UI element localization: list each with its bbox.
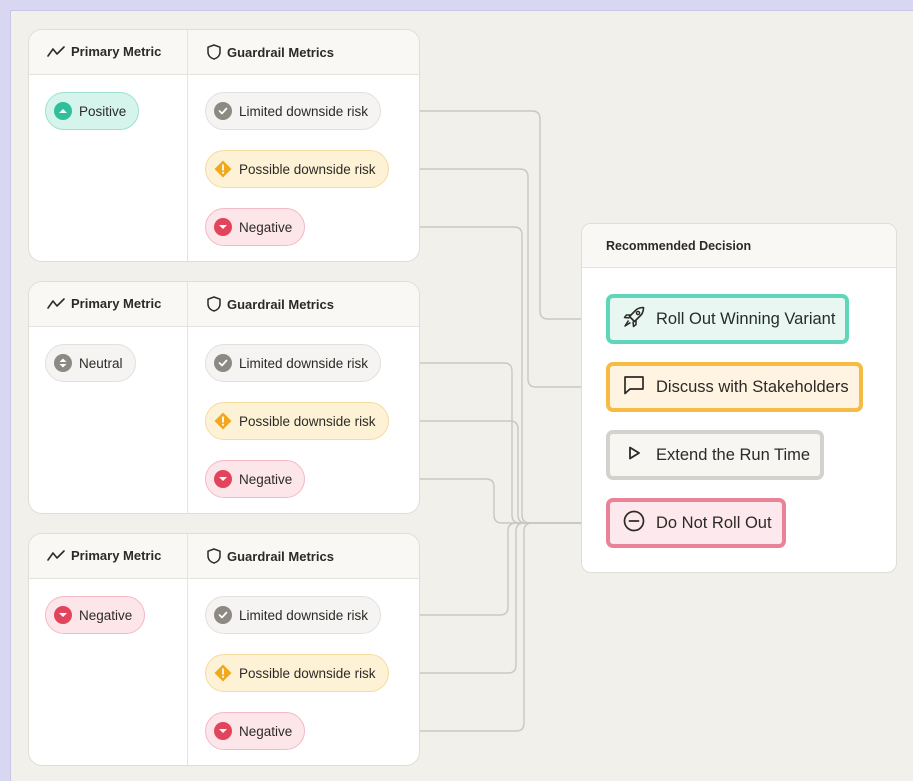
column-divider	[187, 534, 188, 765]
column-divider	[187, 282, 188, 513]
primary-metric-label: Neutral	[79, 355, 123, 371]
decision-do-not-roll-out: Do Not Roll Out	[606, 498, 786, 548]
guardrail-metrics-header: Guardrail Metrics	[207, 548, 334, 564]
shield-icon	[207, 44, 221, 60]
caret-down-icon	[214, 218, 232, 236]
primary-metric-header: Primary Metric	[47, 44, 161, 59]
guardrail-negative: Negative	[205, 460, 306, 498]
caret-down-icon	[214, 722, 232, 740]
trend-icon	[47, 297, 65, 309]
primary-metric-label: Negative	[79, 607, 133, 623]
primary-metric-header-label: Primary Metric	[71, 44, 162, 59]
primary-metric-header: Primary Metric	[47, 296, 161, 311]
minus-circle-icon	[622, 509, 646, 538]
connector-line	[388, 168, 603, 391]
guardrail-negative: Negative	[205, 712, 306, 750]
decision-panel-title: Recommended Decision	[606, 239, 752, 253]
guardrail-limited-risk: Limited downside risk	[205, 596, 382, 634]
guardrail-limited-risk: Limited downside risk	[205, 344, 382, 382]
trend-icon	[47, 45, 65, 57]
metric-panel-1: Primary Metric Guardrail Metrics Positiv…	[28, 29, 420, 262]
recommended-decision-panel: Recommended Decision Roll Out Winning Va…	[581, 223, 897, 573]
decision-roll-out-winning-variant: Roll Out Winning Variant	[606, 294, 850, 344]
primary-metric-neutral: Neutral	[45, 344, 136, 382]
rocket-icon	[622, 305, 646, 334]
warning-diamond-icon	[214, 160, 232, 178]
guardrail-metrics-header: Guardrail Metrics	[207, 296, 334, 312]
decision-discuss-with-stakeholders: Discuss with Stakeholders	[606, 362, 863, 412]
trend-icon	[47, 549, 65, 561]
check-icon	[214, 606, 232, 624]
guardrail-label: Limited downside risk	[239, 103, 369, 119]
guardrail-label: Limited downside risk	[239, 607, 369, 623]
guardrail-possible-risk: Possible downside risk	[205, 150, 389, 188]
guardrail-label: Possible downside risk	[239, 413, 376, 429]
check-icon	[214, 102, 232, 120]
guardrail-metrics-header-label: Guardrail Metrics	[227, 44, 334, 60]
caret-up-icon	[54, 102, 72, 120]
decision-extend-the-run-time: Extend the Run Time	[606, 430, 825, 480]
warning-diamond-icon	[214, 412, 232, 430]
guardrail-metrics-header-label: Guardrail Metrics	[227, 548, 334, 564]
decision-option-label: Discuss with Stakeholders	[656, 377, 849, 396]
shield-icon	[207, 548, 221, 564]
guardrail-negative: Negative	[205, 208, 306, 246]
guardrail-possible-risk: Possible downside risk	[205, 402, 389, 440]
decision-option-label: Roll Out Winning Variant	[656, 309, 836, 328]
guardrail-limited-risk: Limited downside risk	[205, 92, 382, 130]
guardrail-metrics-header: Guardrail Metrics	[207, 44, 334, 60]
play-icon	[622, 441, 646, 470]
connector-line	[388, 522, 603, 674]
metric-panel-3: Primary Metric Guardrail Metrics Negativ…	[28, 533, 420, 766]
primary-metric-negative: Negative	[45, 596, 146, 634]
primary-metric-header-label: Primary Metric	[71, 548, 162, 563]
primary-metric-header-label: Primary Metric	[71, 296, 162, 311]
connector-line	[388, 420, 603, 524]
shield-icon	[207, 296, 221, 312]
metric-panel-2: Primary Metric Guardrail Metrics Neutral…	[28, 281, 420, 514]
primary-metric-positive: Positive	[45, 92, 140, 130]
column-divider	[187, 30, 188, 261]
decision-option-label: Do Not Roll Out	[656, 513, 772, 532]
guardrail-label: Possible downside risk	[239, 161, 376, 177]
primary-metric-label: Positive	[79, 103, 127, 119]
caret-down-icon	[54, 606, 72, 624]
chat-bubble-icon	[622, 373, 646, 402]
guardrail-label: Negative	[239, 723, 293, 739]
guardrail-metrics-header-label: Guardrail Metrics	[227, 296, 334, 312]
guardrail-possible-risk: Possible downside risk	[205, 654, 389, 692]
guardrail-label: Possible downside risk	[239, 665, 376, 681]
primary-metric-header: Primary Metric	[47, 548, 161, 563]
caret-down-icon	[214, 470, 232, 488]
guardrail-label: Limited downside risk	[239, 355, 369, 371]
warning-diamond-icon	[214, 664, 232, 682]
decision-option-label: Extend the Run Time	[656, 445, 811, 464]
caret-up-down-icon	[54, 354, 72, 372]
guardrail-label: Negative	[239, 471, 293, 487]
guardrail-label: Negative	[239, 219, 293, 235]
check-icon	[214, 354, 232, 372]
